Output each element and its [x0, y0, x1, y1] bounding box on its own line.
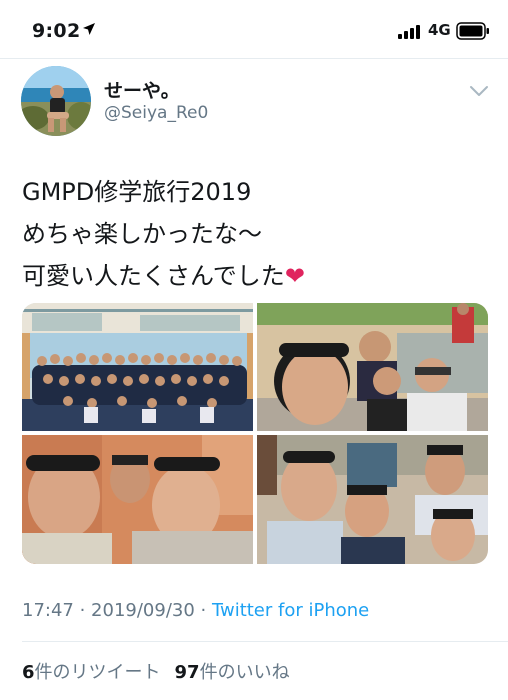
- likes-count: 97: [174, 662, 200, 683]
- user-handle[interactable]: @Seiya_Re0: [104, 103, 208, 123]
- media-grid: [22, 303, 488, 564]
- chevron-down-icon[interactable]: [469, 84, 489, 98]
- photo-selfie-outdoor[interactable]: [257, 303, 488, 431]
- meta-divider: [22, 641, 508, 642]
- battery-icon: [456, 22, 489, 40]
- tweet-text: GMPD修学旅行2019 めちゃ楽しかったな〜 可愛い人たくさんでした❤: [22, 170, 492, 296]
- tweet-text-line: 可愛い人たくさんでした❤: [22, 254, 492, 296]
- tweet-meta: 17:47 · 2019/09/30 · Twitter for iPhone: [22, 600, 369, 621]
- likes-stat[interactable]: 97件のいいね: [175, 662, 290, 683]
- signal-bars-icon: [398, 25, 420, 39]
- photo-group-shot[interactable]: [22, 303, 253, 431]
- source-link[interactable]: Twitter for iPhone: [212, 600, 369, 621]
- photo-selfie-indoor[interactable]: [22, 435, 253, 564]
- status-bar: 9:02 4G: [0, 0, 508, 58]
- tweet-timestamp: 17:47 · 2019/09/30 ·: [22, 600, 212, 621]
- likes-label: 件のいいね: [199, 662, 290, 683]
- location-arrow-icon: [83, 23, 95, 35]
- tweet-text-segment: 可愛い人たくさんでした: [22, 262, 285, 290]
- tweet-text-line: めちゃ楽しかったな〜: [22, 220, 262, 248]
- avatar[interactable]: [21, 66, 91, 136]
- tweet-stats: 6件のリツイート 97件のいいね: [22, 658, 290, 684]
- retweets-count: 6: [22, 662, 35, 683]
- retweets-label: 件のリツイート: [34, 662, 161, 683]
- network-type: 4G: [428, 21, 451, 39]
- photo-selfie-group[interactable]: [257, 435, 488, 564]
- retweets-stat[interactable]: 6件のリツイート: [22, 662, 161, 683]
- display-name[interactable]: せーや。: [104, 76, 180, 103]
- heart-emoji: ❤: [284, 262, 305, 290]
- status-time: 9:02: [32, 20, 81, 42]
- tweet-text-line: GMPD修学旅行2019: [22, 178, 252, 206]
- header-divider: [0, 58, 508, 59]
